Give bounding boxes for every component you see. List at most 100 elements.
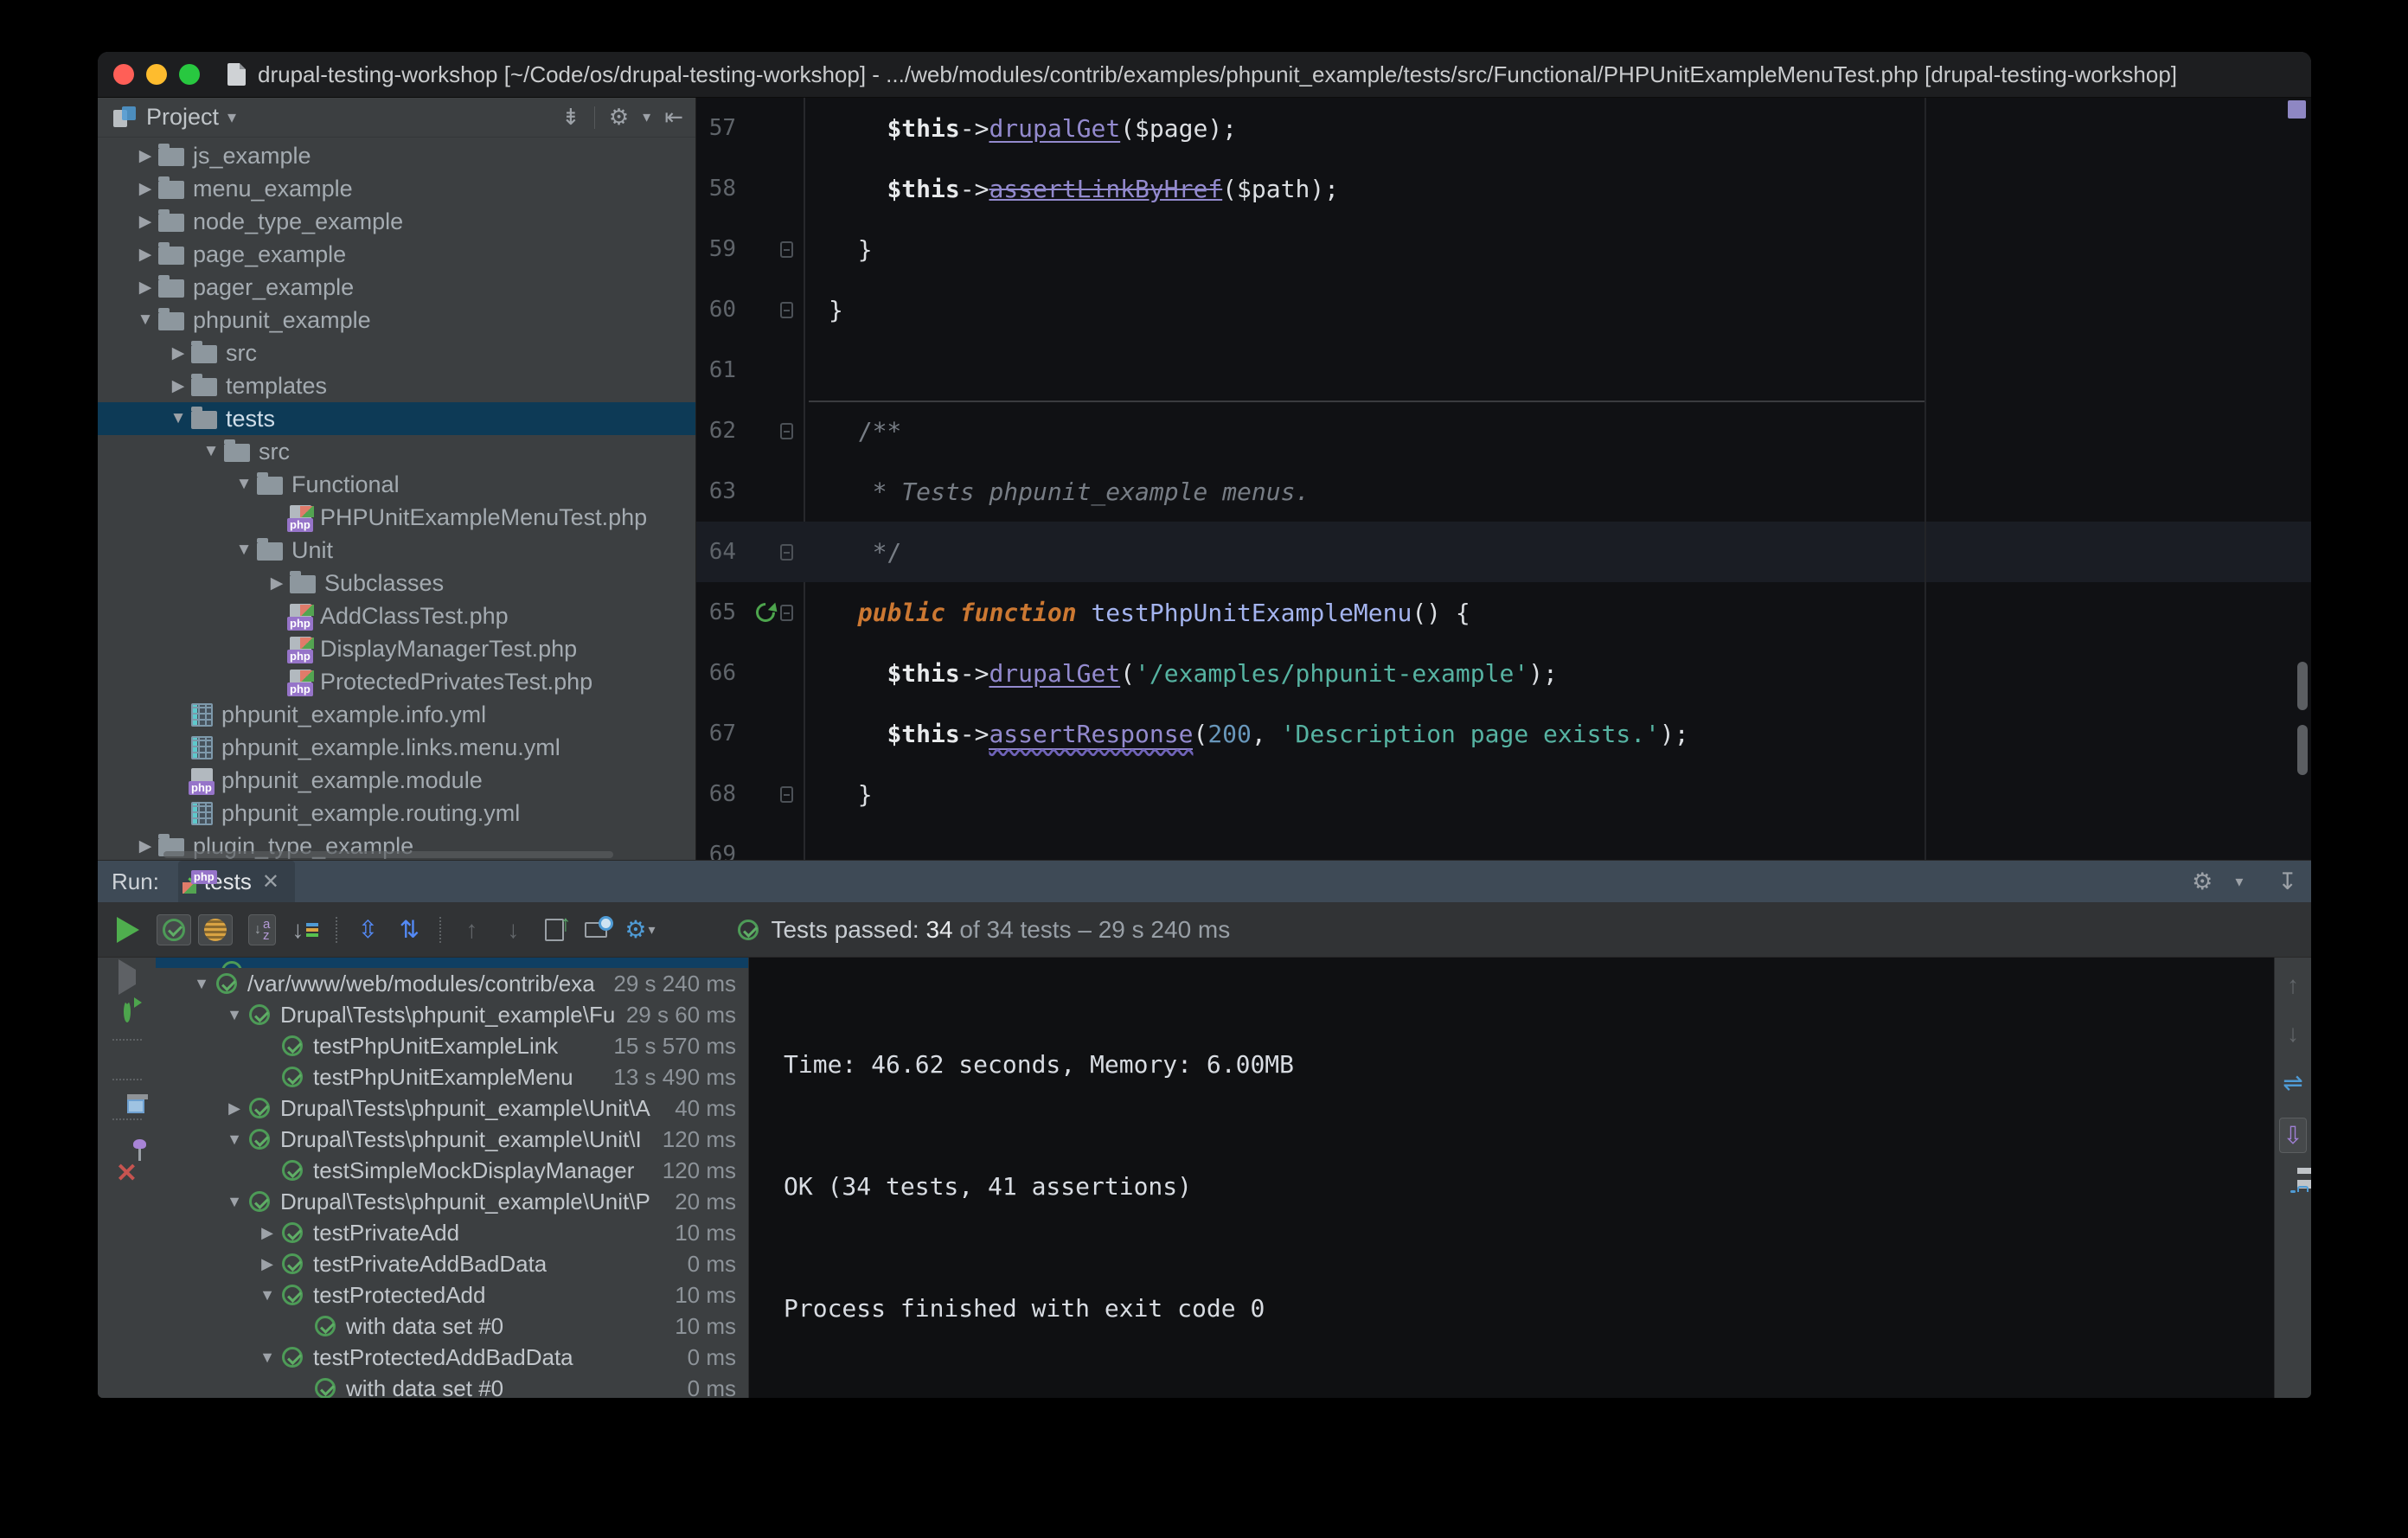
sort-by-duration-button[interactable]: ↓ xyxy=(291,916,318,944)
project-tree-item[interactable]: phpunit_example.links.menu.yml xyxy=(98,731,695,764)
chevron-right-icon[interactable]: ▶ xyxy=(220,1099,249,1118)
editor-scrollbar-thumb[interactable] xyxy=(2297,662,2308,710)
editor-line[interactable]: 63 * Tests phpunit_example menus. xyxy=(696,461,2311,522)
close-icon[interactable]: ✕ xyxy=(116,1158,138,1189)
inspection-indicator[interactable] xyxy=(2288,100,2306,119)
fold-marker-icon[interactable] xyxy=(780,240,793,258)
scroll-to-end-icon[interactable]: ⇩ xyxy=(2279,1118,2307,1153)
editor-line[interactable]: 69 xyxy=(696,824,2311,860)
project-tree-item[interactable]: ▶ menu_example xyxy=(98,172,695,205)
project-tree-item[interactable]: ▶ js_example xyxy=(98,139,695,172)
zoom-window-button[interactable] xyxy=(179,64,200,85)
test-tree-row[interactable]: ▼ Drupal\Tests\phpunit_example\Fu 29 s 60 … xyxy=(156,999,748,1030)
chevron-right-icon[interactable]: ▶ xyxy=(165,343,191,363)
title-bar[interactable]: drupal-testing-workshop [~/Code/os/drupa… xyxy=(98,52,2311,98)
import-test-results-icon[interactable] xyxy=(541,910,571,941)
chevron-down-icon[interactable]: ▼ xyxy=(132,311,158,330)
collapse-all-icon[interactable]: ⇟ xyxy=(561,104,580,131)
project-tree-item[interactable]: ▼ Unit xyxy=(98,534,695,567)
test-tree-row[interactable]: testPhpUnitExampleLink 15 s 570 ms xyxy=(156,1030,748,1061)
project-panel-title[interactable]: Project xyxy=(146,104,219,131)
project-tree-item[interactable]: ▶ pager_example xyxy=(98,271,695,304)
test-tree-row[interactable]: ▶ Drupal\Tests\phpunit_example\Unit\A 40 m… xyxy=(156,1093,748,1124)
sort-alphabetically-toggle[interactable]: ↓ xyxy=(248,913,277,945)
test-tree-row[interactable]: ▼ testProtectedAddBadData 0 ms xyxy=(156,1342,748,1373)
hide-panel-icon[interactable]: ⇤ xyxy=(664,104,683,131)
expand-all-button[interactable]: ⇳ xyxy=(355,915,381,944)
project-tree-item[interactable]: ▶ page_example xyxy=(98,238,695,271)
test-tree-row[interactable]: ▶ testPrivateAdd 10 ms xyxy=(156,1217,748,1248)
gear-icon[interactable]: ⚙ xyxy=(2192,868,2213,895)
editor-line[interactable]: 61 xyxy=(696,340,2311,401)
test-tree-row[interactable]: testSimpleMockDisplayManager 120 ms xyxy=(156,1155,748,1186)
chevron-down-icon[interactable]: ▼ xyxy=(187,975,216,993)
code-editor[interactable]: 57 $this->drupalGet($page); 58 $this->ass… xyxy=(696,98,2311,860)
test-settings-gear-icon[interactable]: ⚙ ▾ xyxy=(624,915,655,944)
project-tree-item[interactable]: PHPUnitExampleMenuTest.php xyxy=(98,501,695,534)
test-history-icon[interactable] xyxy=(583,915,614,938)
chevron-down-icon[interactable]: ▾ xyxy=(643,108,650,126)
previous-occurrence-button[interactable]: ↑ xyxy=(458,916,484,944)
project-tree-item[interactable]: phpunit_example.info.yml xyxy=(98,698,695,731)
fold-marker-icon[interactable] xyxy=(780,422,793,439)
project-tree-item[interactable]: ▶ Subclasses xyxy=(98,567,695,599)
project-tree-item[interactable]: ▼ tests xyxy=(98,402,695,435)
editor-line[interactable]: 58 $this->assertLinkByHref($path); xyxy=(696,158,2311,219)
test-console[interactable]: Time: 46.62 seconds, Memory: 6.00MB OK (… xyxy=(749,958,2274,1398)
chevron-down-icon[interactable]: ▾ xyxy=(2235,873,2243,891)
up-stack-trace-icon[interactable]: ↑ xyxy=(2280,971,2306,999)
soft-wrap-icon[interactable]: ⇌ xyxy=(2283,1068,2302,1097)
close-window-button[interactable] xyxy=(113,64,134,85)
chevron-right-icon[interactable]: ▶ xyxy=(264,574,290,593)
rerun-failed-tests-icon[interactable] xyxy=(118,959,136,995)
fold-marker-icon[interactable] xyxy=(780,604,793,621)
collapse-all-button[interactable]: ⇅ xyxy=(396,915,422,944)
project-tree-item[interactable]: ▶ node_type_example xyxy=(98,205,695,238)
chevron-down-icon[interactable]: ▼ xyxy=(253,1349,282,1367)
project-tree-item[interactable]: ▼ phpunit_example xyxy=(98,304,695,336)
next-occurrence-button[interactable]: ↓ xyxy=(500,916,526,944)
chevron-down-icon[interactable]: ▼ xyxy=(198,442,224,461)
down-stack-trace-icon[interactable]: ↓ xyxy=(2280,1020,2306,1048)
test-tree-row[interactable]: ▼ Drupal\Tests\phpunit_example\Unit\I 120 … xyxy=(156,1124,748,1155)
editor-line[interactable]: 64 */ xyxy=(696,522,2311,582)
project-tree-item[interactable]: AddClassTest.php xyxy=(98,599,695,632)
project-tree-item[interactable]: ▼ src xyxy=(98,435,695,468)
chevron-right-icon[interactable]: ▶ xyxy=(253,1255,282,1273)
chevron-down-icon[interactable]: ▼ xyxy=(220,1006,249,1024)
test-tree-row[interactable]: ▼ testProtectedAdd 10 ms xyxy=(156,1279,748,1311)
test-tree-row[interactable]: testPhpUnitExampleMenu 13 s 490 ms xyxy=(156,1061,748,1093)
chevron-down-icon[interactable]: ▾ xyxy=(227,106,236,128)
editor-line[interactable]: 65 public function testPhpUnitExampleMen… xyxy=(696,582,2311,643)
chevron-down-icon[interactable]: ▼ xyxy=(253,1286,282,1304)
test-tree-row[interactable]: with data set #0 10 ms xyxy=(156,1311,748,1342)
chevron-down-icon[interactable]: ▼ xyxy=(220,1131,249,1149)
chevron-down-icon[interactable]: ▼ xyxy=(231,475,257,494)
horizontal-scrollbar[interactable] xyxy=(163,851,613,858)
editor-line[interactable]: 62 /** xyxy=(696,401,2311,461)
chevron-right-icon[interactable]: ▶ xyxy=(165,376,191,396)
close-icon[interactable]: ✕ xyxy=(262,869,279,894)
chevron-right-icon[interactable]: ▶ xyxy=(132,245,158,265)
chevron-right-icon[interactable]: ▶ xyxy=(132,146,158,166)
editor-line[interactable]: 59 } xyxy=(696,219,2311,279)
project-tree-item[interactable]: DisplayManagerTest.php xyxy=(98,632,695,665)
chevron-right-icon[interactable]: ▶ xyxy=(253,1224,282,1242)
test-tree-row[interactable]: ▼ Drupal\Tests\phpunit_example\Unit\P 20 m… xyxy=(156,1186,748,1217)
editor-scrollbar-thumb[interactable] xyxy=(2297,725,2308,775)
fold-marker-icon[interactable] xyxy=(780,543,793,561)
editor-line[interactable]: 67 $this->assertResponse(200, 'Descripti… xyxy=(696,703,2311,764)
test-tree-row[interactable]: ▼ /var/www/web/modules/contrib/exa 29 s 24… xyxy=(156,968,748,999)
chevron-down-icon[interactable]: ▼ xyxy=(231,541,257,560)
hide-panel-icon[interactable]: ↧ xyxy=(2277,868,2297,895)
test-tree-row[interactable]: ▶ testPrivateAddBadData 0 ms xyxy=(156,1248,748,1279)
run-tab-tests[interactable]: tests ✕ xyxy=(177,861,295,902)
minimize-window-button[interactable] xyxy=(146,64,167,85)
test-tree-row[interactable]: with data set #0 0 ms xyxy=(156,1373,748,1398)
chevron-down-icon[interactable]: ▼ xyxy=(220,1193,249,1211)
run-test-gutter-icon[interactable] xyxy=(752,599,779,626)
project-tree-item[interactable]: ▶ templates xyxy=(98,369,695,402)
test-root-row-partial[interactable] xyxy=(156,958,748,968)
editor-line[interactable]: 57 $this->drupalGet($page); xyxy=(696,98,2311,158)
show-ignored-toggle[interactable] xyxy=(198,913,233,945)
